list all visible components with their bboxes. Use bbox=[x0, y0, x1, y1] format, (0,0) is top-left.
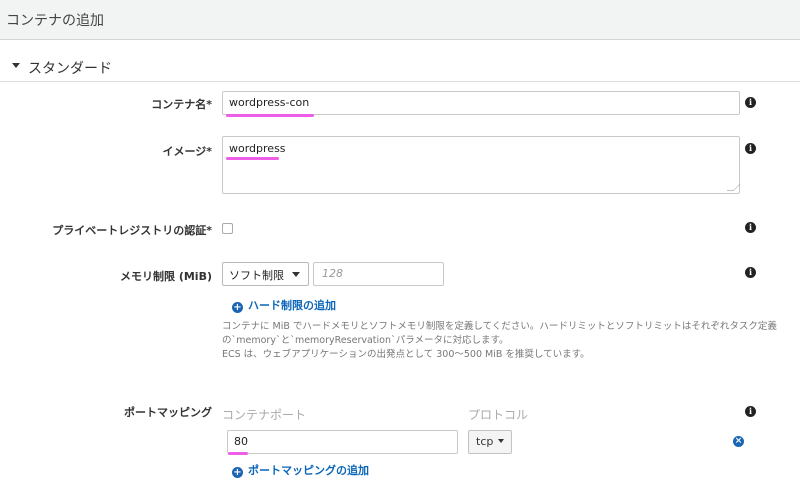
remove-circle-icon[interactable]: × bbox=[733, 436, 744, 447]
container-port-input[interactable]: 80 bbox=[227, 430, 458, 454]
info-icon[interactable]: i bbox=[745, 267, 756, 278]
private-registry-checkbox[interactable] bbox=[222, 223, 233, 234]
chevron-down-icon bbox=[498, 439, 505, 443]
image-value: wordpress bbox=[229, 142, 286, 155]
memory-limit-label: メモリ制限 (MiB) bbox=[120, 270, 212, 283]
resize-grip[interactable] bbox=[726, 184, 741, 191]
section-standard-header[interactable]: スタンダード bbox=[0, 54, 800, 82]
caret-down-icon[interactable] bbox=[12, 63, 20, 68]
memory-limit-type-select[interactable]: ソフト制限 bbox=[222, 262, 309, 286]
container-port-column-header: コンテナポート bbox=[222, 408, 307, 422]
add-port-mapping-link[interactable]: + ポートマッピングの追加 bbox=[232, 462, 369, 478]
container-name-input[interactable]: wordpress-con bbox=[222, 91, 740, 115]
info-icon[interactable]: i bbox=[745, 222, 756, 233]
protocol-value: tcp bbox=[476, 435, 494, 448]
highlight-underline bbox=[226, 157, 279, 160]
highlight-underline bbox=[228, 452, 248, 455]
memory-limit-type-value: ソフト制限 bbox=[229, 269, 284, 282]
image-label: イメージ* bbox=[162, 145, 212, 158]
plus-circle-icon: + bbox=[232, 302, 243, 313]
page-title: コンテナの追加 bbox=[6, 13, 104, 29]
info-icon[interactable]: i bbox=[745, 143, 756, 154]
help-line: コンテナに MiB でハードメモリとソフトメモリ制限を定義してください。ハードリ… bbox=[222, 321, 777, 332]
chevron-down-icon bbox=[292, 272, 300, 277]
help-line: ECS は、ウェブアプリケーションの出発点として 300～500 MiB を推奨… bbox=[222, 349, 590, 360]
info-icon[interactable]: i bbox=[745, 97, 756, 108]
protocol-select[interactable]: tcp bbox=[468, 430, 513, 454]
plus-circle-icon: + bbox=[232, 467, 243, 478]
help-line: の`memory`と`memoryReservation`パラメータに対応します… bbox=[222, 335, 509, 346]
add-hard-limit-label: ハード制限の追加 bbox=[248, 299, 336, 312]
highlight-underline bbox=[226, 114, 314, 117]
image-textarea[interactable]: wordpress bbox=[222, 136, 741, 194]
add-port-mapping-label: ポートマッピングの追加 bbox=[248, 464, 369, 477]
memory-limit-input[interactable]: 128 bbox=[313, 262, 444, 286]
port-mapping-label: ポートマッピング bbox=[124, 406, 212, 419]
modal-header: コンテナの追加 bbox=[0, 0, 800, 40]
info-icon[interactable]: i bbox=[745, 406, 756, 417]
memory-help-text: コンテナに MiB でハードメモリとソフトメモリ制限を定義してください。ハードリ… bbox=[222, 320, 777, 362]
private-registry-label: プライベートレジストリの認証* bbox=[52, 224, 212, 237]
protocol-column-header: プロトコル bbox=[468, 408, 529, 422]
section-title: スタンダード bbox=[28, 61, 112, 77]
add-hard-limit-link[interactable]: + ハード制限の追加 bbox=[232, 297, 336, 313]
container-name-label: コンテナ名* bbox=[151, 98, 212, 111]
